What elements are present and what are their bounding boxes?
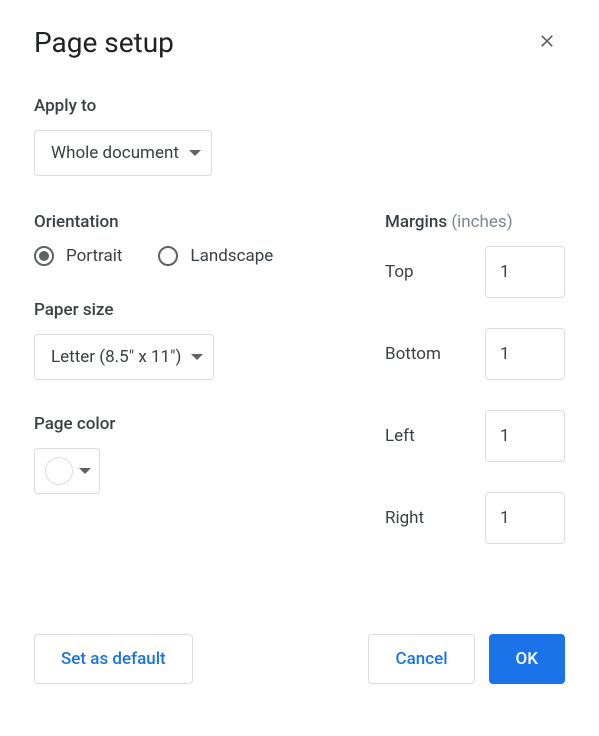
dialog-title: Page setup <box>34 26 174 59</box>
margin-left-input[interactable] <box>485 410 565 462</box>
color-swatch-icon <box>45 457 73 485</box>
landscape-label: Landscape <box>190 246 273 266</box>
paper-size-section: Paper size Letter (8.5" x 11") <box>34 300 345 380</box>
apply-to-label: Apply to <box>34 96 565 116</box>
page-color-label: Page color <box>34 414 345 434</box>
ok-button[interactable]: OK <box>489 634 565 684</box>
page-color-dropdown[interactable] <box>34 448 100 494</box>
apply-to-dropdown[interactable]: Whole document <box>34 130 212 176</box>
orientation-landscape-radio[interactable]: Landscape <box>158 246 273 266</box>
caret-down-icon <box>191 351 203 363</box>
dialog-footer: Set as default Cancel OK <box>34 634 565 684</box>
page-color-section: Page color <box>34 414 345 494</box>
orientation-section: Orientation Portrait Landscape <box>34 212 345 266</box>
apply-to-value: Whole document <box>51 143 179 163</box>
dialog-header: Page setup <box>34 24 565 60</box>
radio-icon <box>158 246 178 266</box>
margin-bottom-input[interactable] <box>485 328 565 380</box>
cancel-button[interactable]: Cancel <box>368 634 474 684</box>
margin-top-input[interactable] <box>485 246 565 298</box>
margins-label: Margins (inches) <box>385 212 565 232</box>
radio-icon <box>34 246 54 266</box>
margins-unit: (inches) <box>451 212 512 232</box>
close-button[interactable] <box>529 24 565 60</box>
margin-top-label: Top <box>385 262 414 282</box>
page-setup-dialog: Page setup Apply to Whole document Orien… <box>0 0 599 708</box>
orientation-portrait-radio[interactable]: Portrait <box>34 246 122 266</box>
margin-right-label: Right <box>385 508 424 528</box>
margin-bottom-label: Bottom <box>385 344 441 364</box>
set-as-default-button[interactable]: Set as default <box>34 634 193 684</box>
apply-to-section: Apply to Whole document <box>34 96 565 176</box>
caret-down-icon <box>79 462 91 481</box>
paper-size-dropdown[interactable]: Letter (8.5" x 11") <box>34 334 214 380</box>
caret-down-icon <box>189 147 201 159</box>
margin-right-input[interactable] <box>485 492 565 544</box>
orientation-label: Orientation <box>34 212 345 232</box>
portrait-label: Portrait <box>66 246 122 266</box>
margins-section: Margins (inches) Top Bottom Left Right <box>385 212 565 574</box>
paper-size-label: Paper size <box>34 300 345 320</box>
paper-size-value: Letter (8.5" x 11") <box>51 347 181 367</box>
close-icon <box>537 31 557 54</box>
margin-left-label: Left <box>385 426 415 446</box>
